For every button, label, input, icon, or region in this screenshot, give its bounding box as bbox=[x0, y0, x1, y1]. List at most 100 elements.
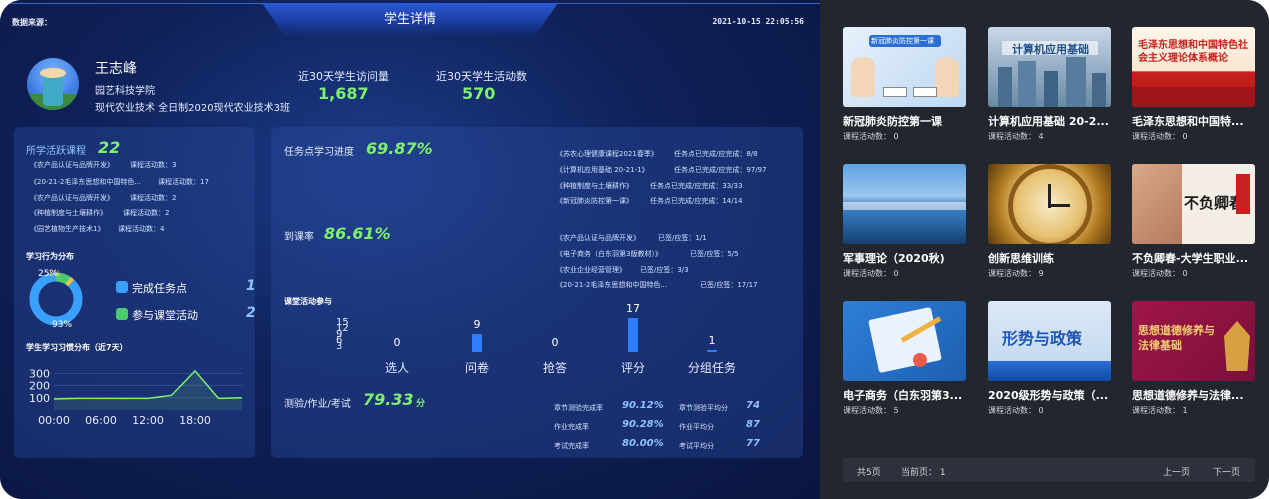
test-row-key: 章节测验完成率 bbox=[554, 404, 603, 412]
tasks-value: 69.87% bbox=[366, 139, 433, 158]
legend-label-activity: 参与课堂活动 bbox=[132, 309, 198, 322]
course-thumbnail: 毛泽东思想和中国特色社会主义理论体系概论 bbox=[1132, 27, 1255, 107]
test-row-key: 考试平均分 bbox=[679, 442, 714, 450]
course-thumbnail bbox=[988, 164, 1111, 244]
active-course-act: 课程活动数：2 bbox=[130, 194, 177, 202]
donut-segment-other bbox=[65, 276, 75, 287]
course-thumbnail: 不负卿春 bbox=[1132, 164, 1255, 244]
attendance-item[interactable]: 《20-21-2毛泽东思想和中国特色... bbox=[556, 280, 667, 290]
active-course-act: 课程活动数：3 bbox=[130, 161, 177, 169]
tests-value: 79.33 bbox=[363, 390, 414, 409]
active-course-item[interactable]: 《农产品认证与品牌开发》 bbox=[30, 160, 114, 170]
course-thumbnail: 思想道德修养与法律基础 bbox=[1132, 301, 1255, 381]
activity-bar-label: 选人 bbox=[385, 361, 409, 375]
tests-label: 测验/作业/考试 bbox=[284, 399, 351, 410]
donut-label-bottom: 93% bbox=[52, 320, 73, 330]
test-row-value: 87 bbox=[746, 419, 760, 430]
activities-label: 近30天学生活动数 bbox=[436, 70, 527, 83]
series-area bbox=[54, 370, 242, 410]
activity-bar-label: 评分 bbox=[621, 361, 645, 375]
page-total: 共5页 bbox=[857, 468, 881, 478]
course-title: 军事理论（2020秋) bbox=[843, 252, 945, 265]
attendance-item[interactable]: 《农业企业经营管理》 bbox=[556, 265, 626, 275]
course-title: 思想道德修养与法律... bbox=[1132, 389, 1244, 402]
behavior-label: 学习行为分布 bbox=[26, 252, 74, 261]
course-activity-count: 课程活动数： 5 bbox=[843, 406, 899, 415]
donut-segment-tasks bbox=[29, 272, 83, 326]
tasks-label: 任务点学习进度 bbox=[284, 147, 354, 158]
x-tick-label: 06:00 bbox=[85, 414, 117, 426]
course-activity-count: 课程活动数： 4 bbox=[988, 132, 1044, 141]
course-title: 新冠肺炎防控第一课 bbox=[843, 115, 942, 128]
course-title: 创新思维训练 bbox=[988, 252, 1054, 265]
student-class: 现代农业技术 全日制2020现代农业技术3班 bbox=[95, 103, 290, 114]
active-course-act: 课程活动数：2 bbox=[123, 209, 170, 217]
activity-bar-label: 抢答 bbox=[543, 360, 567, 375]
student-name: 王志峰 bbox=[95, 61, 137, 77]
course-activity-count: 课程活动数： 0 bbox=[843, 132, 899, 141]
next-page-button[interactable]: 下一页 bbox=[1213, 465, 1240, 478]
task-item[interactable]: 《苏农心理健康课程2021春季》 bbox=[556, 149, 658, 159]
task-item[interactable]: 《新冠肺炎防控第一课》 bbox=[556, 196, 633, 206]
attendance-status: 已签/应签：3/3 bbox=[640, 266, 689, 274]
course-activity-count: 课程活动数： 0 bbox=[988, 406, 1044, 415]
course-thumbnail: 形势与政策 bbox=[988, 301, 1111, 381]
task-status: 任务点已完成/应完成：33/33 bbox=[650, 182, 743, 190]
pagination-bar: 共5页 当前页： 1 上一页 下一页 bbox=[843, 458, 1255, 482]
course-activity-count: 课程活动数： 0 bbox=[1132, 269, 1188, 278]
course-title: 不负卿春-大学生职业... bbox=[1132, 252, 1249, 265]
test-row-value: 90.12% bbox=[622, 400, 664, 411]
activities-value: 570 bbox=[462, 84, 496, 103]
tests-unit: 分 bbox=[416, 399, 426, 409]
attendance-status: 已签/应签：5/5 bbox=[690, 250, 739, 258]
attendance-status: 已签/应签：17/17 bbox=[700, 281, 758, 289]
active-course-item[interactable]: 《园艺植物生产技术1》 bbox=[30, 224, 104, 234]
legend-swatch-tasks bbox=[116, 281, 128, 293]
test-row-key: 考试完成率 bbox=[554, 442, 589, 450]
x-tick-label: 00:00 bbox=[38, 414, 70, 426]
student-dashboard: 数据来源： 学生详情 2021-10-15 22:05:56 王志峰 园艺科技学… bbox=[0, 0, 820, 499]
test-row-value: 90.28% bbox=[622, 419, 664, 430]
active-course-act: 课程活动数：17 bbox=[158, 178, 209, 186]
class-activity-bar-chart: 0 选人 9 问卷 0 抢答 17 评分 1 分组任务 bbox=[385, 302, 736, 375]
y-tick-label: 200 bbox=[29, 380, 50, 393]
activity-bar bbox=[628, 318, 638, 352]
x-tick-label: 18:00 bbox=[179, 414, 211, 426]
activity-bar-value: 17 bbox=[626, 302, 640, 315]
active-courses-label: 所学活跃课程 bbox=[26, 146, 86, 157]
activity-bar-value: 9 bbox=[474, 318, 481, 331]
course-title: 计算机应用基础 20-2... bbox=[988, 115, 1109, 128]
habit-line-chart: 100200300 00:00 06:00 12:00 18:00 bbox=[29, 367, 243, 426]
x-tick-label: 12:00 bbox=[132, 414, 164, 426]
attendance-label: 到课率 bbox=[284, 232, 314, 243]
test-row-key: 作业平均分 bbox=[679, 423, 714, 431]
course-title: 2020级形势与政策（... bbox=[988, 389, 1109, 402]
active-course-item[interactable]: 《种植制度与土壤耕作》 bbox=[30, 208, 107, 218]
activity-bar-value: 1 bbox=[709, 334, 716, 347]
task-item[interactable]: 《种植制度与土壤耕作》 bbox=[556, 181, 633, 191]
course-title: 毛泽东思想和中国特... bbox=[1132, 115, 1244, 128]
test-row-value: 77 bbox=[746, 438, 760, 449]
active-course-item[interactable]: 《20-21-2毛泽东思想和中国特色... bbox=[30, 177, 141, 187]
test-row-key: 章节测验平均分 bbox=[679, 404, 728, 412]
page-current: 当前页： 1 bbox=[901, 468, 946, 478]
active-course-item[interactable]: 《农产品认证与品牌开发》 bbox=[30, 193, 114, 203]
avatar bbox=[27, 58, 79, 110]
test-row-value: 80.00% bbox=[622, 438, 664, 449]
attendance-item[interactable]: 《电子商务（白东羽第3版教材）》 bbox=[556, 249, 662, 259]
activity-bar-label: 问卷 bbox=[465, 360, 489, 375]
page-title: 学生详情 bbox=[383, 12, 436, 27]
activity-bar-value: 0 bbox=[552, 336, 559, 349]
task-item[interactable]: 《计算机应用基础 20-21-1》 bbox=[556, 165, 649, 175]
student-college: 园艺科技学院 bbox=[95, 86, 155, 97]
activity-bar-label: 分组任务 bbox=[688, 360, 736, 375]
course-activity-count: 课程活动数： 9 bbox=[988, 269, 1044, 278]
habit-label: 学生学习习惯分布（近7天） bbox=[26, 343, 128, 352]
data-source-label: 数据来源： bbox=[12, 18, 52, 27]
course-thumbnail: 新冠肺炎防控第一课 bbox=[843, 27, 966, 107]
timestamp: 2021-10-15 22:05:56 bbox=[712, 17, 804, 26]
donut-label-top2: 1% bbox=[48, 269, 61, 278]
class-activity-y-axis: 15 12 9 6 3 bbox=[336, 318, 356, 352]
prev-page-button[interactable]: 上一页 bbox=[1163, 465, 1190, 478]
attendance-item[interactable]: 《农产品认证与品牌开发》 bbox=[556, 233, 640, 243]
